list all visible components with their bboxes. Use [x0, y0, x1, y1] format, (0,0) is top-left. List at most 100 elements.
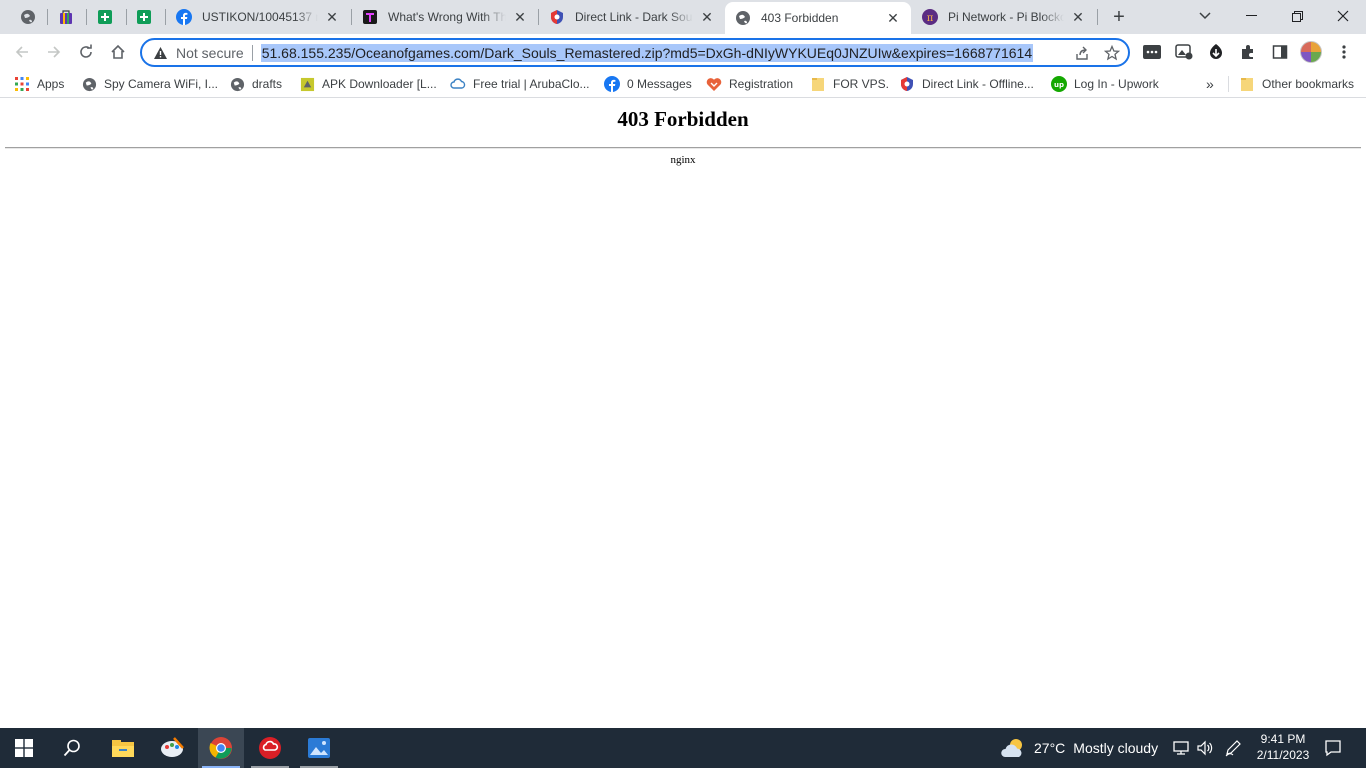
system-clock[interactable]: 9:41 PM 2/11/2023	[1248, 731, 1318, 763]
close-icon[interactable]: ✕	[512, 9, 528, 25]
globe-icon	[735, 10, 751, 26]
search-button[interactable]	[48, 728, 96, 768]
bookmarks-bar: Apps Spy Camera WiFi, I... drafts APK Do…	[0, 70, 1366, 98]
volume-icon[interactable]	[1195, 738, 1215, 758]
bookmark-aruba[interactable]: Free trial | ArubaClo...	[450, 75, 590, 93]
tab-separator	[47, 9, 48, 25]
forward-button[interactable]	[40, 38, 68, 66]
search-icon	[63, 739, 80, 757]
share-icon[interactable]	[1072, 44, 1092, 62]
browser-toolbar: Not secure 51.68.155.235/Oceanofgames.co…	[0, 34, 1366, 70]
bookmark-registration[interactable]: Registration	[706, 75, 793, 93]
video-icon	[362, 9, 378, 25]
address-bar[interactable]: Not secure 51.68.155.235/Oceanofgames.co…	[140, 38, 1130, 67]
paint-button[interactable]	[148, 728, 196, 768]
home-icon	[111, 44, 125, 59]
tab-search-button[interactable]	[1182, 0, 1228, 32]
new-tab-button[interactable]: +	[1106, 5, 1132, 29]
weather-widget[interactable]: 27°C Mostly cloudy	[1000, 728, 1158, 768]
page-title: 403 Forbidden	[617, 107, 749, 131]
tab-strip: USTIKON/10045137 messages ✕ What's Wrong…	[0, 0, 1366, 34]
pen-icon[interactable]	[1223, 738, 1243, 758]
tab-facebook[interactable]: USTIKON/10045137 messages ✕	[166, 0, 350, 34]
bookmark-label: drafts	[252, 77, 283, 91]
tab-pinned-sheets-2[interactable]	[128, 0, 160, 34]
arrow-right-icon	[48, 46, 61, 58]
divider	[251, 44, 253, 61]
profile-avatar[interactable]	[1300, 41, 1322, 63]
divider	[1228, 76, 1229, 92]
weather-temperature: 27°C	[1034, 740, 1066, 756]
tab-separator	[86, 9, 87, 25]
shopping-bag-icon	[58, 9, 74, 25]
network-icon[interactable]	[1171, 738, 1191, 758]
tab-title: Direct Link - Dark Souls	[575, 10, 693, 24]
tab-pinned-sheets-1[interactable]	[89, 0, 121, 34]
reload-button[interactable]	[72, 38, 100, 66]
tab-pi-network[interactable]: π Pi Network - Pi Blockchain ✕	[912, 0, 1096, 34]
heart-icon	[706, 76, 722, 92]
other-bookmarks[interactable]: Other bookmarks	[1239, 75, 1354, 93]
start-button[interactable]	[0, 728, 48, 768]
globe-icon	[229, 76, 245, 92]
menu-icon[interactable]	[1334, 40, 1354, 64]
star-icon[interactable]	[1102, 44, 1122, 62]
warning-icon[interactable]	[152, 45, 168, 61]
reload-icon	[80, 44, 92, 58]
close-icon[interactable]: ✕	[885, 10, 901, 26]
bookmark-messages[interactable]: 0 Messages	[604, 75, 692, 93]
sheets-icon	[136, 9, 152, 25]
puzzle-icon[interactable]	[1236, 40, 1260, 64]
folder-icon	[112, 740, 134, 757]
chrome-button[interactable]	[198, 728, 244, 768]
tab-pinned-shopping[interactable]	[50, 0, 82, 34]
tab-403-forbidden[interactable]: 403 Forbidden ✕	[725, 2, 911, 34]
download-extension-icon[interactable]	[1204, 40, 1228, 64]
tab-title: What's Wrong With The	[388, 10, 506, 24]
url-text[interactable]: 51.68.155.235/Oceanofgames.com/Dark_Soul…	[260, 43, 1034, 62]
clock-time: 9:41 PM	[1260, 732, 1306, 746]
tab-pinned-globe[interactable]	[12, 0, 44, 34]
tab-title: Pi Network - Pi Blockchain	[948, 10, 1064, 24]
apk-icon	[299, 76, 315, 92]
notification-icon[interactable]	[1323, 738, 1343, 758]
bookmark-overflow-button[interactable]: »	[1206, 76, 1214, 92]
tab-title: USTIKON/10045137 messages	[202, 10, 318, 24]
security-status[interactable]: Not secure	[176, 45, 244, 61]
bookmark-label: Other bookmarks	[1262, 77, 1355, 91]
creative-cloud-icon	[259, 737, 281, 759]
back-button[interactable]	[8, 38, 36, 66]
bookmark-label: Apps	[37, 77, 65, 91]
apps-grid-icon	[14, 76, 30, 92]
bookmark-drafts[interactable]: drafts	[229, 75, 282, 93]
close-icon[interactable]: ✕	[1070, 9, 1086, 25]
server-name: nginx	[670, 154, 696, 166]
globe-icon	[81, 76, 97, 92]
restore-button[interactable]	[1274, 0, 1320, 32]
tab-separator	[126, 9, 127, 25]
restore-icon	[1291, 10, 1303, 22]
photos-button[interactable]	[296, 728, 342, 768]
tab-direct-link[interactable]: Direct Link - Dark Souls ✕	[539, 0, 725, 34]
bookmark-folder-vps[interactable]: FOR VPS.	[810, 75, 889, 93]
close-window-button[interactable]	[1320, 0, 1366, 32]
bookmark-apps[interactable]: Apps	[14, 75, 64, 93]
close-icon[interactable]: ✕	[324, 9, 340, 25]
bookmark-label: Direct Link - Offline...	[922, 77, 1034, 91]
bookmark-apk-downloader[interactable]: APK Downloader [L...	[299, 75, 437, 93]
image-extension-icon[interactable]	[1172, 40, 1196, 64]
extension-dots-icon[interactable]	[1140, 40, 1164, 64]
close-icon[interactable]: ✕	[699, 9, 715, 25]
file-explorer-button[interactable]	[99, 728, 147, 768]
bookmark-label: FOR VPS.	[833, 77, 890, 91]
minimize-button[interactable]	[1228, 0, 1274, 32]
pi-network-icon: π	[922, 9, 938, 25]
tab-video[interactable]: What's Wrong With The ✕	[352, 0, 538, 34]
creative-cloud-button[interactable]	[247, 728, 293, 768]
side-panel-icon[interactable]	[1268, 40, 1292, 64]
bookmark-direct-link[interactable]: Direct Link - Offline...	[899, 75, 1034, 93]
home-button[interactable]	[104, 38, 132, 66]
bookmark-spy-camera[interactable]: Spy Camera WiFi, I...	[81, 75, 218, 93]
bookmark-upwork[interactable]: up Log In - Upwork	[1051, 75, 1159, 93]
globe-icon	[20, 9, 36, 25]
